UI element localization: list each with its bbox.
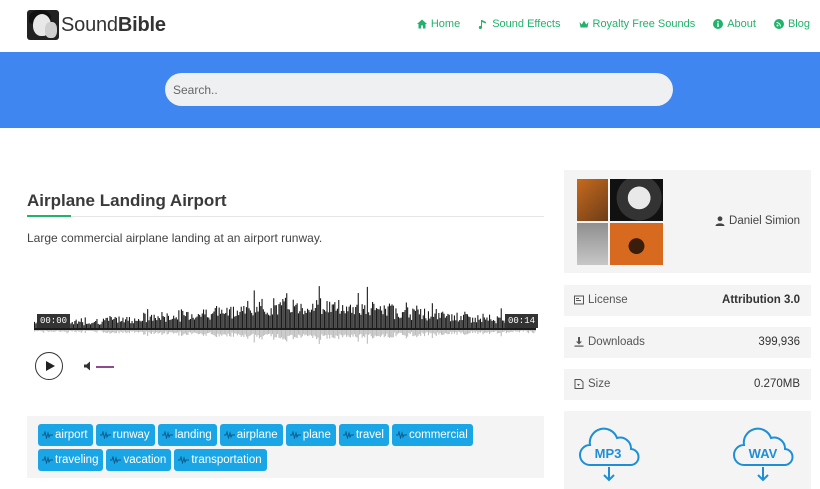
- download-panel: MP3 WAV: [564, 411, 811, 489]
- user-icon: [715, 216, 725, 226]
- mp3-label: MP3: [595, 446, 622, 461]
- blog-icon: [773, 19, 784, 29]
- download-mp3-button[interactable]: MP3: [578, 425, 640, 487]
- waveform-icon: [289, 431, 301, 439]
- tag-list: airport runway landing airplane plane travel c…: [38, 424, 488, 471]
- tag-label: transportation: [191, 454, 262, 466]
- nav-blog-label: Blog: [787, 18, 810, 30]
- tag-label: commercial: [408, 429, 468, 441]
- size-label-wrap: Size: [574, 378, 610, 390]
- tag-label: airport: [55, 429, 88, 441]
- size-value: 0.270MB: [753, 378, 800, 390]
- search-banner: [0, 52, 820, 128]
- waveform-icon: [42, 456, 53, 464]
- sound-description: Large commercial airplane landing at an …: [27, 231, 323, 245]
- author-link[interactable]: Daniel Simion: [715, 215, 800, 227]
- wav-label: WAV: [749, 446, 778, 461]
- downloads-value: 399,936: [758, 336, 800, 348]
- info-icon: [713, 19, 724, 29]
- tag-landing[interactable]: landing: [157, 424, 217, 446]
- author-card: Daniel Simion: [564, 170, 811, 273]
- waveform-icon: [395, 431, 407, 439]
- tag-travel[interactable]: travel: [338, 424, 389, 446]
- tag-label: runway: [112, 429, 150, 441]
- author-avatar[interactable]: [577, 179, 663, 265]
- nav-about-label: About: [727, 18, 756, 30]
- main-nav: Home Sound Effects Royalty Free Sounds A…: [416, 18, 810, 30]
- time-duration: 00:14: [505, 314, 539, 328]
- music-note-icon: [479, 20, 487, 29]
- waveform-icon: [178, 456, 190, 464]
- nav-sound-effects-label: Sound Effects: [492, 18, 561, 30]
- nav-home-label: Home: [430, 18, 461, 30]
- tag-commercial[interactable]: commercial: [391, 424, 473, 446]
- tag-traveling[interactable]: traveling: [38, 449, 104, 471]
- logo-text: SoundBible: [61, 13, 166, 36]
- download-wav-button[interactable]: WAV: [732, 425, 794, 487]
- tag-label: traveling: [55, 454, 99, 466]
- title-divider: [27, 216, 544, 217]
- tag-runway[interactable]: runway: [95, 424, 155, 446]
- time-current: 00:00: [37, 314, 71, 328]
- license-value[interactable]: Attribution 3.0: [722, 294, 800, 306]
- license-label: License: [588, 294, 628, 306]
- search-input[interactable]: [165, 73, 673, 106]
- tag-vacation[interactable]: vacation: [106, 449, 172, 471]
- download-icon: [574, 337, 584, 347]
- waveform-icon: [110, 456, 122, 464]
- waveform-icon: [99, 431, 111, 439]
- title-accent-line: [27, 215, 71, 217]
- nav-royalty-free-label: Royalty Free Sounds: [592, 18, 696, 30]
- license-row: License Attribution 3.0: [564, 285, 811, 316]
- site-logo[interactable]: SoundBible: [27, 10, 166, 40]
- play-button[interactable]: [35, 352, 63, 380]
- tag-label: plane: [302, 429, 331, 441]
- waveform-icon: [42, 431, 53, 439]
- downloads-row: Downloads 399,936: [564, 327, 811, 358]
- audio-waveform[interactable]: [34, 284, 536, 348]
- tag-label: travel: [355, 429, 384, 441]
- tag-transportation[interactable]: transportation: [174, 449, 267, 471]
- waveform-icon: [342, 431, 354, 439]
- file-icon: [574, 379, 584, 389]
- sound-title: Airplane Landing Airport: [27, 191, 227, 210]
- size-label: Size: [588, 378, 611, 390]
- nav-blog[interactable]: Blog: [773, 18, 810, 30]
- license-icon: [574, 295, 584, 305]
- logo-portrait-icon: [27, 10, 59, 40]
- tag-airport[interactable]: airport: [38, 424, 93, 446]
- author-name: Daniel Simion: [729, 215, 800, 227]
- site-header: SoundBible Home Sound Effects Royalty Fr…: [0, 0, 820, 52]
- waveform-icon: [223, 431, 235, 439]
- license-label-wrap: License: [574, 294, 628, 306]
- tag-label: landing: [174, 429, 212, 441]
- volume-slider[interactable]: [96, 366, 114, 368]
- nav-about[interactable]: About: [713, 18, 756, 30]
- tag-label: vacation: [123, 454, 167, 466]
- home-icon: [416, 19, 427, 29]
- crown-icon: [579, 20, 588, 28]
- downloads-label-wrap: Downloads: [574, 336, 645, 348]
- tag-plane[interactable]: plane: [285, 424, 336, 446]
- volume-icon[interactable]: [84, 361, 94, 371]
- tag-airplane[interactable]: airplane: [219, 424, 283, 446]
- nav-home[interactable]: Home: [416, 18, 461, 30]
- downloads-label: Downloads: [588, 336, 645, 348]
- tag-label: airplane: [236, 429, 278, 441]
- nav-sound-effects[interactable]: Sound Effects: [478, 18, 561, 30]
- size-row: Size 0.270MB: [564, 369, 811, 400]
- waveform-icon: [161, 431, 173, 439]
- nav-royalty-free[interactable]: Royalty Free Sounds: [579, 18, 696, 30]
